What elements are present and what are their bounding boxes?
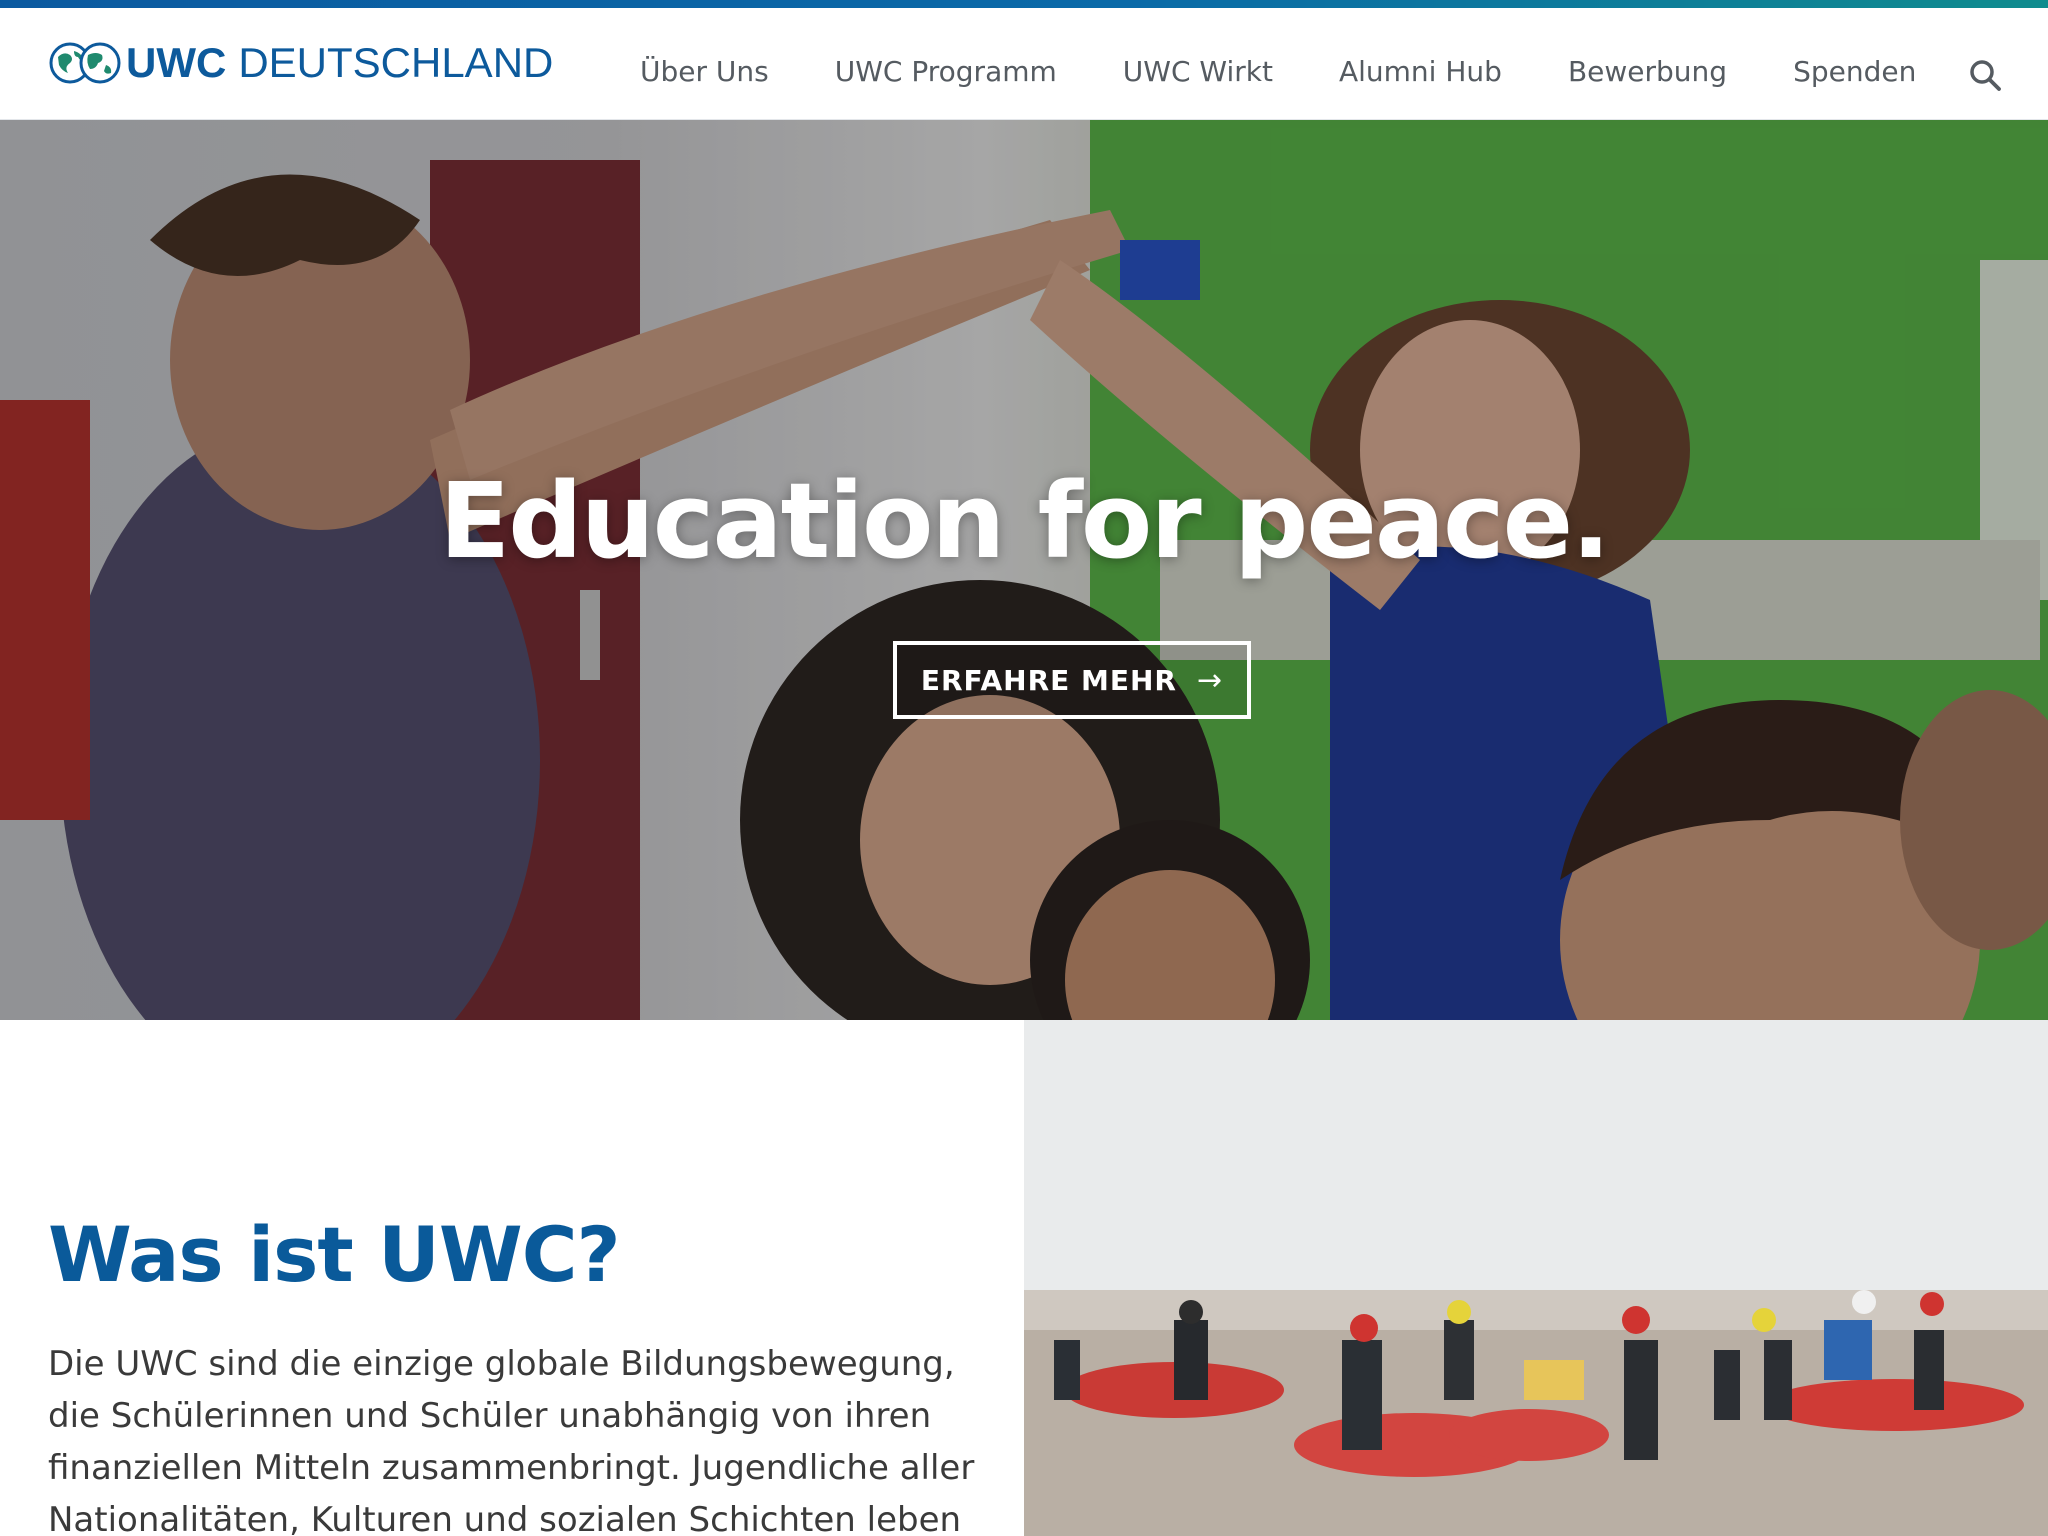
logo-wordmark-uwc: UWC [126,39,227,86]
nav-item-uwc-wirkt[interactable]: UWC Wirkt [1123,55,1273,88]
arrow-right-icon: → [1196,662,1224,698]
nav-item-alumni-hub[interactable]: Alumni Hub [1339,55,1502,88]
site-header: UWC DEUTSCHLAND Über Uns UWC Programm UW… [0,8,2048,120]
page: UWC DEUTSCHLAND Über Uns UWC Programm UW… [0,0,2048,1536]
search-icon [1970,60,2001,91]
about-text: Die UWC sind die einzige globale Bildung… [48,1344,975,1536]
hero-title: Education for peace. [439,460,1610,582]
hero-section: Education for peace. ERFAHRE MEHR → [0,120,2048,1020]
globe-icon [48,41,122,85]
about-title: Was ist UWC? [48,1210,621,1299]
nav-item-uwc-programm[interactable]: UWC Programm [835,55,1057,88]
logo-wordmark-country: DEUTSCHLAND [238,39,554,86]
main-nav: Über Uns UWC Programm UWC Wirkt Alumni H… [640,44,1916,98]
nav-item-ueber-uns[interactable]: Über Uns [640,55,769,88]
nav-item-bewerbung[interactable]: Bewerbung [1568,55,1727,88]
learn-more-button[interactable]: ERFAHRE MEHR → [893,641,1251,719]
top-accent-bar [0,0,2048,8]
about-section: Was ist UWC? Die UWC sind die einzige gl… [0,1020,1024,1536]
learn-more-label: ERFAHRE MEHR [920,663,1177,697]
search-button[interactable] [1968,58,2002,92]
nav-item-spenden[interactable]: Spenden [1793,55,1916,88]
about-image [1024,1020,2048,1536]
boats-illustration [1024,1020,2048,1536]
site-logo[interactable]: UWC DEUTSCHLAND [48,38,553,88]
